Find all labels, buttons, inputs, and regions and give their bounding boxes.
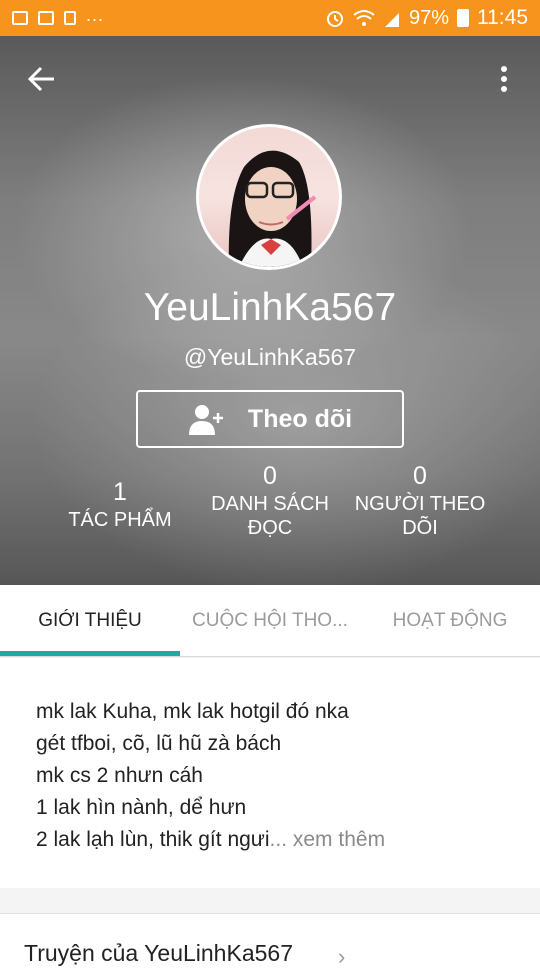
stat-reading-lists-label-line2: ĐỌC xyxy=(247,517,293,539)
about-line: mk cs 2 nhưn cáh xyxy=(36,764,203,787)
status-bar-notifications: ... xyxy=(12,5,104,26)
tab-conversations[interactable]: CUỘC HỘI THO... xyxy=(180,585,360,657)
signal-icon xyxy=(384,13,399,27)
avatar-portrait-icon xyxy=(228,150,317,267)
stat-works[interactable]: 1 TÁC PHẨM xyxy=(35,476,205,532)
about-section: mk lak Kuha, mk lak hotgil đó nka gét tf… xyxy=(0,658,540,888)
wifi-icon xyxy=(353,10,375,26)
see-more-link[interactable]: ... xem thêm xyxy=(270,828,386,851)
stat-works-label: TÁC PHẨM xyxy=(68,509,172,531)
about-line: mk lak Kuha, mk lak hotgil đó nka xyxy=(36,700,349,723)
stat-reading-lists-label-line1: DANH SÁCH xyxy=(211,493,329,515)
profile-display-name: YeuLinhKa567 xyxy=(143,286,397,329)
app-notification-icon xyxy=(38,11,54,25)
avatar[interactable] xyxy=(196,124,342,270)
follow-button-label: Theo dõi xyxy=(247,404,353,433)
alarm-icon xyxy=(326,11,343,27)
image-notification-icon xyxy=(12,11,28,25)
tab-activity[interactable]: HOẠT ĐỘNG xyxy=(360,585,540,657)
about-text: mk lak Kuha, mk lak hotgil đó nka gét tf… xyxy=(36,696,516,856)
stat-reading-lists-count: 0 xyxy=(263,462,277,490)
stories-section-title: Truyện của YeuLinhKa567 xyxy=(24,940,293,966)
more-vertical-icon xyxy=(501,66,507,92)
download-notification-icon xyxy=(64,11,76,25)
more-notifications-indicator: ... xyxy=(86,4,105,25)
active-tab-indicator xyxy=(0,651,180,656)
about-line-last: 2 lak lạh lùn, thik gít ngưi... xem thêm xyxy=(36,824,516,856)
stat-followers-count: 0 xyxy=(413,462,427,490)
stories-section[interactable]: Truyện của YeuLinhKa567 › xyxy=(0,913,540,974)
more-options-button[interactable] xyxy=(490,62,518,96)
stat-followers[interactable]: 0 NGƯỜI THEO DÕI xyxy=(335,462,505,540)
status-bar: ... 97% 11:45 xyxy=(0,0,540,36)
back-button[interactable] xyxy=(24,62,64,96)
tab-about[interactable]: GIỚI THIỆU xyxy=(0,585,180,657)
profile-tabs: GIỚI THIỆU CUỘC HỘI THO... HOẠT ĐỘNG xyxy=(0,585,540,657)
about-line-text: 2 lak lạh lùn, thik gít ngưi xyxy=(36,828,270,851)
about-line: 1 lak hìn nành, dể hưn xyxy=(36,796,247,819)
arrow-left-icon xyxy=(27,66,54,92)
avatar-photo xyxy=(199,127,339,267)
stat-followers-label-line1: NGƯỜI THEO xyxy=(354,493,486,515)
status-bar-system: 97% 11:45 xyxy=(325,6,528,30)
battery-icon xyxy=(457,9,469,27)
profile-handle: @YeuLinhKa567 xyxy=(183,344,357,370)
chevron-right-icon: › xyxy=(338,944,346,969)
profile-header: YeuLinhKa567 @YeuLinhKa567 Theo dõi 1 TÁ… xyxy=(0,36,540,585)
add-user-icon xyxy=(188,405,223,435)
battery-percent: 97% xyxy=(408,6,449,29)
follow-button[interactable]: Theo dõi xyxy=(136,390,404,448)
clock-time: 11:45 xyxy=(477,6,528,29)
stat-reading-lists[interactable]: 0 DANH SÁCH ĐỌC xyxy=(185,462,355,540)
stat-followers-label-line2: DÕI xyxy=(402,517,438,539)
about-line: gét tfboi, cõ, lũ hũ zà bách xyxy=(36,732,282,755)
stat-works-count: 1 xyxy=(113,478,127,506)
